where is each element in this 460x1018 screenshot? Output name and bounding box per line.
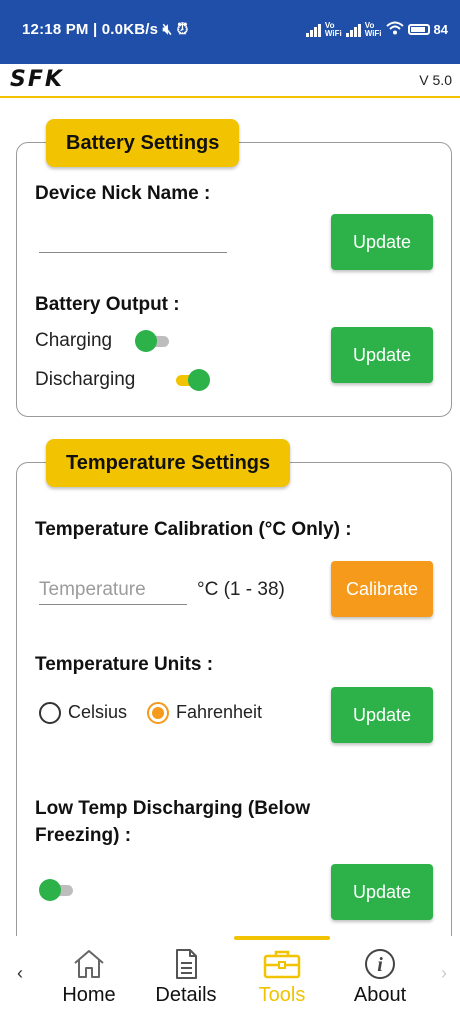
status-icons: Vo WiFi Vo WiFi 84: [305, 20, 448, 38]
nav-label-tools: Tools: [258, 984, 306, 1006]
volte-icon: Vo WiFi: [324, 20, 342, 38]
bottom-nav: Home Details Tools i About: [0, 936, 460, 1018]
temperature-settings-card: Temperature Settings Temperature Calibra…: [16, 439, 452, 952]
status-bar: 12:18 PM | 0.0KB/s 🔇︎ ⏰︎ Vo WiFi Vo WiFi 8…: [0, 0, 460, 64]
temperature-range-label: °C (1 - 38): [197, 579, 285, 600]
discharging-label: Discharging: [35, 369, 136, 390]
signal-icon: [305, 23, 321, 37]
nav-label-home: Home: [62, 984, 116, 1006]
calibrate-button[interactable]: Calibrate: [331, 561, 433, 617]
temperature-settings-title: Temperature Settings: [46, 439, 291, 487]
battery-level: 84: [433, 22, 448, 37]
status-time-text: 12:18 PM | 0.0KB/s: [22, 21, 159, 38]
app-logo: SFK: [10, 67, 64, 92]
app-version: V 5.0: [419, 72, 452, 88]
home-icon: [74, 950, 104, 978]
nav-item-details[interactable]: Details: [141, 944, 231, 1018]
device-nick-name-label: Device Nick Name :: [35, 183, 211, 204]
volte-icon-2: Vo WiFi: [364, 20, 382, 38]
battery-settings-card: Battery Settings Device Nick Name : Upda…: [16, 119, 452, 417]
nick-name-update-button[interactable]: Update: [331, 214, 433, 270]
low-temp-toggle-knob: [39, 879, 61, 901]
device-nick-name-input[interactable]: [39, 223, 227, 253]
alarm-icon: ⏰︎: [176, 21, 189, 38]
fahrenheit-label: Fahrenheit: [176, 702, 263, 722]
charging-toggle-knob: [135, 330, 157, 352]
battery-output-label: Battery Output :: [35, 294, 180, 315]
nav-item-about[interactable]: i About: [335, 944, 425, 1018]
fahrenheit-radio[interactable]: [147, 702, 169, 724]
nav-prev-arrow[interactable]: ‹: [17, 963, 23, 984]
signal-icon-2: [345, 23, 361, 37]
temperature-input[interactable]: [39, 575, 187, 605]
battery-settings-title: Battery Settings: [46, 119, 240, 167]
wifi-icon: [385, 21, 404, 38]
low-temp-discharging-label: Low Temp Discharging (Below: [35, 798, 311, 819]
celsius-radio[interactable]: [39, 702, 61, 724]
nav-label-about: About: [353, 984, 407, 1006]
temperature-units-label: Temperature Units :: [35, 654, 214, 675]
battery-icon: [407, 24, 430, 35]
low-temp-discharging-toggle[interactable]: [39, 879, 77, 901]
low-temp-update-button[interactable]: Update: [331, 864, 433, 920]
status-time: 12:18 PM | 0.0KB/s 🔇︎ ⏰︎: [22, 21, 189, 38]
temperature-units-update-button[interactable]: Update: [331, 687, 433, 743]
discharging-toggle-knob: [188, 369, 210, 391]
temperature-calibration-label: Temperature Calibration (°C Only) :: [35, 519, 352, 540]
mute-icon: 🔇︎: [162, 21, 173, 38]
document-icon: [176, 949, 197, 979]
nav-item-tools[interactable]: Tools: [237, 944, 327, 1018]
discharging-toggle[interactable]: [172, 369, 210, 391]
nav-label-details: Details: [155, 984, 217, 1006]
celsius-label: Celsius: [68, 702, 128, 722]
low-temp-discharging-label-line2: Freezing) :: [35, 825, 132, 846]
nav-next-arrow[interactable]: ›: [441, 963, 447, 984]
info-icon: i: [365, 949, 395, 979]
app-header: SFK V 5.0: [0, 64, 460, 98]
charging-toggle[interactable]: [135, 330, 173, 352]
charging-label: Charging: [35, 330, 113, 351]
nav-active-indicator: [234, 936, 330, 940]
battery-output-update-button[interactable]: Update: [331, 327, 433, 383]
toolbox-icon: [263, 950, 301, 979]
svg-text:i: i: [377, 954, 383, 976]
nav-item-home[interactable]: Home: [44, 944, 134, 1018]
